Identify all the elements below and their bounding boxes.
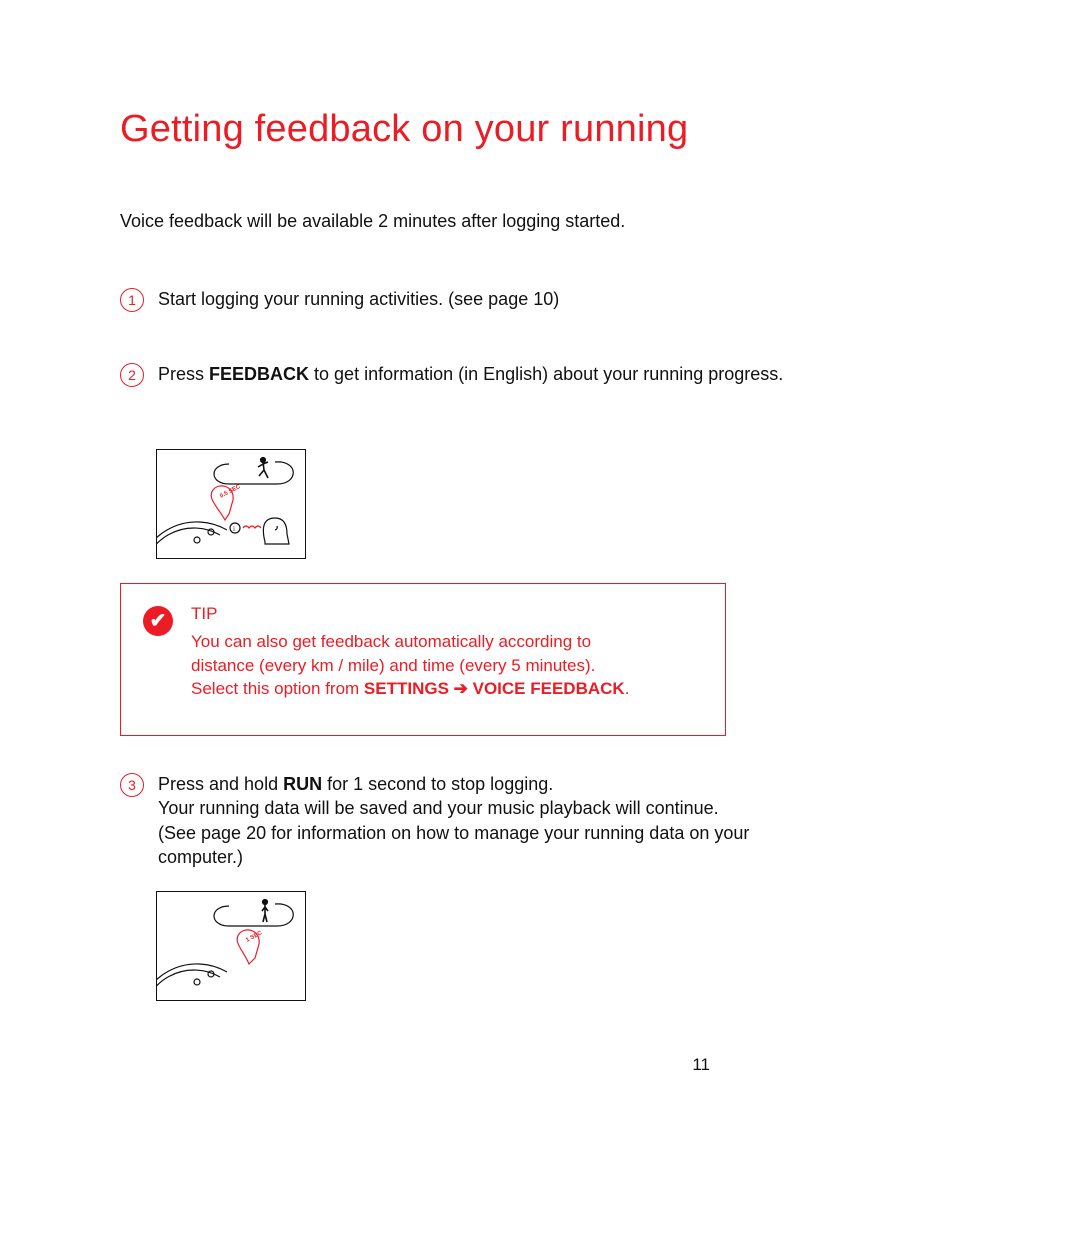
page-number: 11 — [692, 1055, 710, 1075]
bold-feedback: FEEDBACK — [209, 364, 309, 384]
t: to get information (in English) about yo… — [309, 364, 783, 384]
page-title: Getting feedback on your running — [120, 108, 960, 151]
step-text: Start logging your running activities. (… — [158, 287, 559, 311]
tip-line2: Select this option from SETTINGS ➔ VOICE… — [191, 677, 629, 701]
t: Press — [158, 364, 209, 384]
step-2: 2 Press FEEDBACK to get information (in … — [120, 362, 960, 387]
step-3: 3 Press and hold RUN for 1 second to sto… — [120, 772, 960, 869]
t: Your running data will be saved and your… — [158, 798, 719, 818]
t: Select this option from — [191, 679, 364, 698]
t: . — [625, 679, 630, 698]
svg-text:i: i — [233, 525, 235, 533]
steps-list: 1 Start logging your running activities.… — [120, 287, 960, 1031]
step-text: Press FEEDBACK to get information (in En… — [158, 362, 783, 386]
t: Press and hold — [158, 774, 283, 794]
manual-page: Getting feedback on your running Voice f… — [0, 0, 1080, 1235]
tip-box: ✔ TIP You can also get feedback automati… — [120, 583, 726, 736]
intro-text: Voice feedback will be available 2 minut… — [120, 211, 960, 232]
tip-label: TIP — [191, 602, 629, 626]
step-number-icon: 1 — [120, 288, 144, 312]
illustration-press-feedback: 0.5 SEC i — [156, 449, 306, 559]
step-number-icon: 3 — [120, 773, 144, 797]
checkmark-icon: ✔ — [143, 606, 173, 636]
bold-run: RUN — [283, 774, 322, 794]
bold-settings-path: SETTINGS ➔ VOICE FEEDBACK — [364, 679, 625, 698]
tip-line1: You can also get feedback automatically … — [191, 630, 611, 678]
t: (See page 20 for information on how to m… — [158, 823, 749, 867]
t: for 1 second to stop logging. — [322, 774, 553, 794]
step-number-icon: 2 — [120, 363, 144, 387]
tip-text: TIP You can also get feedback automatica… — [191, 602, 629, 701]
step-text: Press and hold RUN for 1 second to stop … — [158, 772, 798, 869]
step-1: 1 Start logging your running activities.… — [120, 287, 960, 312]
illustration-hold-run: 1 SEC — [156, 891, 306, 1001]
